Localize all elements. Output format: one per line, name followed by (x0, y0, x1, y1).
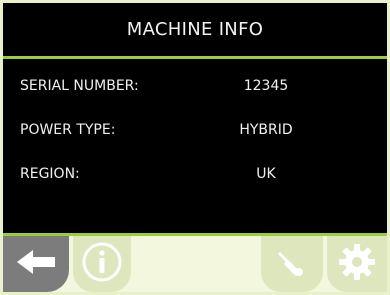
power-type-value: HYBRID (239, 122, 293, 138)
info-row-region: REGION: UK (3, 163, 387, 187)
serial-number-value: 12345 (243, 78, 289, 94)
settings-button[interactable] (327, 236, 387, 292)
power-type-label: POWER TYPE: (20, 122, 116, 138)
info-icon (80, 240, 124, 288)
page-title: MACHINE INFO (3, 3, 387, 56)
back-arrow-icon (15, 247, 57, 281)
info-row-power-type: POWER TYPE: HYBRID (3, 119, 387, 143)
footer-toolbar (3, 236, 387, 292)
back-button[interactable] (3, 236, 69, 292)
region-label: REGION: (20, 166, 80, 182)
gear-icon (336, 241, 378, 287)
tools-button[interactable] (261, 236, 323, 292)
machine-info-screen: MACHINE INFO SERIAL NUMBER: 12345 POWER … (3, 3, 387, 292)
info-button[interactable] (73, 236, 131, 292)
serial-number-label: SERIAL NUMBER: (20, 78, 139, 94)
info-panel: SERIAL NUMBER: 12345 POWER TYPE: HYBRID … (3, 59, 387, 233)
wrench-icon (272, 242, 312, 286)
region-value: UK (256, 166, 276, 182)
page-title-text: MACHINE INFO (126, 19, 264, 40)
info-row-serial-number: SERIAL NUMBER: 12345 (3, 75, 387, 99)
